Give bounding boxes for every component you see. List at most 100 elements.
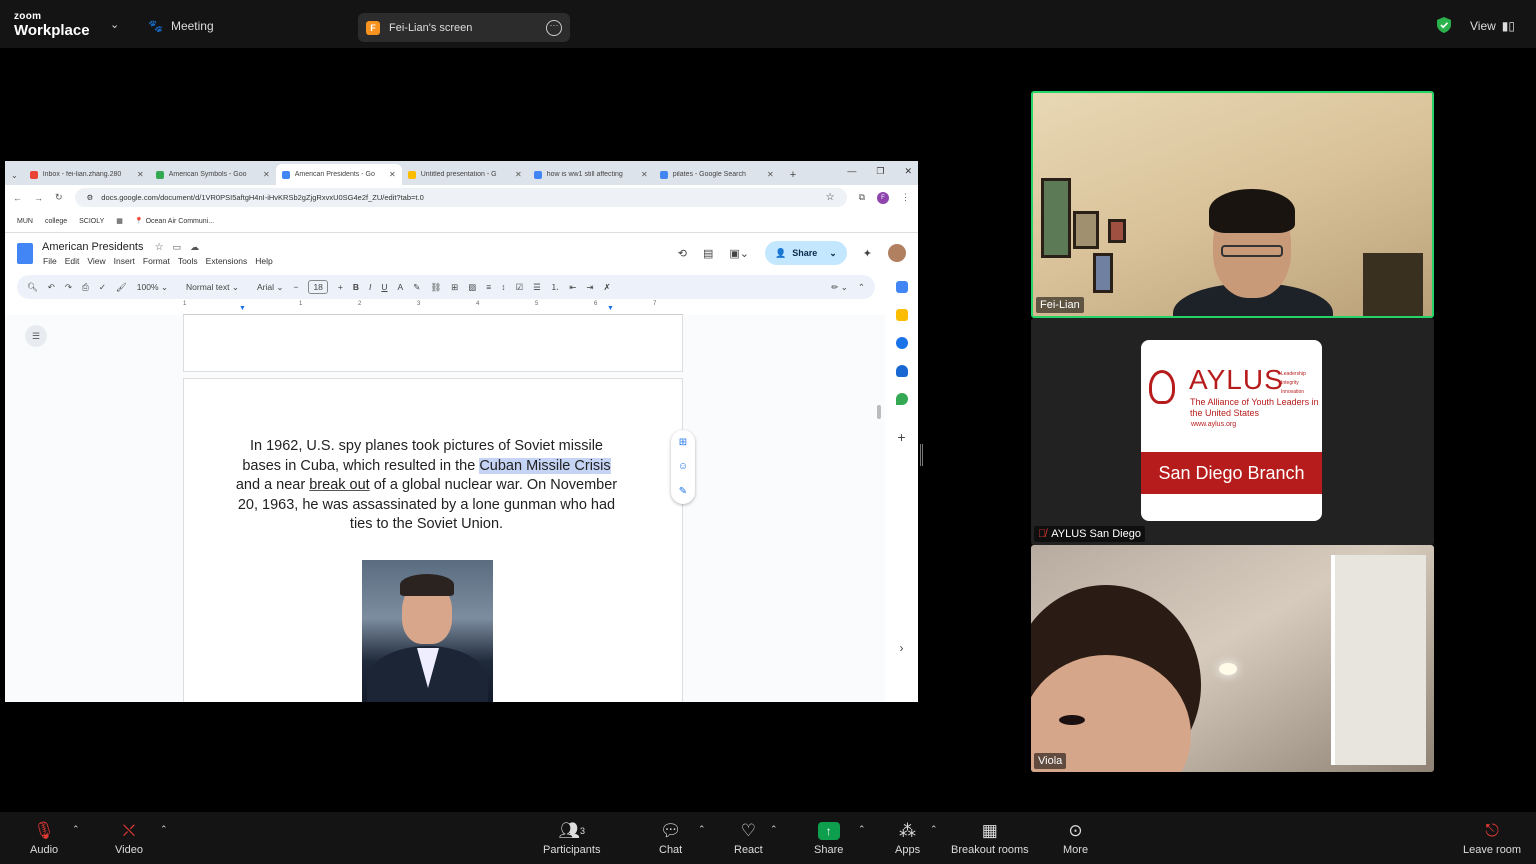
get-add-ons-icon[interactable]: + [897,429,905,445]
doc-title[interactable]: American Presidents [42,241,144,253]
document-page[interactable] [183,315,683,372]
bookmark-star-icon[interactable]: ☆ [826,192,835,203]
decrease-font-size-icon[interactable]: − [293,282,298,292]
close-tab-icon[interactable]: ✕ [515,170,522,179]
google-docs-icon[interactable] [17,243,33,264]
meet-icon[interactable]: ▣⌄ [729,247,749,260]
apps-options-icon[interactable]: ⌃ [930,824,938,835]
account-avatar[interactable] [888,244,906,262]
back-icon[interactable]: ← [13,193,22,203]
move-folder-icon[interactable]: ▭ [173,242,182,252]
link-icon[interactable]: ⛓ [430,282,441,293]
react-button[interactable]: ♡ React [734,818,763,856]
menu-item-help[interactable]: Help [255,256,272,266]
bookmark-mun[interactable]: MUN [17,218,33,225]
video-tile-aylus-san-diego[interactable]: AYLUS Leadership Integrity Innovation Th… [1031,318,1434,545]
image-icon[interactable]: ▨ [468,282,476,293]
apps-button[interactable]: ⁂ Apps [895,818,920,856]
shield-icon[interactable] [1437,17,1451,33]
video-tile-viola[interactable]: Viola [1031,545,1434,772]
restore-icon[interactable]: ❐ [876,166,884,177]
increase-indent-icon[interactable]: ⇥ [586,282,593,293]
tab-search-icon[interactable]: ⌄ [9,171,24,185]
print-icon[interactable]: ⎙ [82,282,89,293]
menu-item-insert[interactable]: Insert [114,256,135,266]
numbered-list-icon[interactable]: ⒈ [551,281,560,293]
checklist-icon[interactable]: ☑ [516,282,524,293]
browser-tab[interactable]: American Symbols - Goo ✕ [150,164,276,185]
style-select[interactable]: Normal text ⌄ [186,282,239,293]
add-comment-icon[interactable]: ⊞ [451,282,458,293]
zoom-select[interactable]: 100% ⌄ [137,282,168,293]
align-icon[interactable]: ≡ [486,282,491,292]
underline-icon[interactable]: U [381,282,387,292]
breakout-rooms-button[interactable]: ▦ Breakout rooms [951,818,1029,856]
clear-formatting-icon[interactable]: ✗ [604,282,611,293]
audio-button[interactable]: 🎙︎ Audio [30,818,58,856]
comments-icon[interactable]: ▤ [703,247,713,260]
close-tab-icon[interactable]: ✕ [641,170,648,179]
text-color-icon[interactable]: A [398,282,404,292]
menu-item-tools[interactable]: Tools [178,256,198,266]
browser-tab[interactable]: Untitled presentation - G ✕ [402,164,528,185]
spellcheck-flagged-text[interactable]: break out [309,477,369,493]
minimize-icon[interactable]: — [847,166,856,177]
more-button[interactable]: ⊙ More [1063,818,1088,856]
suggest-edits-icon[interactable]: ✎ [679,486,687,497]
apps-grid-icon[interactable]: ▦ [116,217,123,225]
contacts-icon[interactable] [895,365,908,377]
maps-icon[interactable] [895,393,908,405]
browser-tab[interactable]: how is ww1 still affecting ✕ [528,164,654,185]
share-options-icon[interactable]: ⌃ [858,824,866,835]
document-page[interactable]: In 1962, U.S. spy planes took pictures o… [183,378,683,702]
more-options-icon[interactable]: ··· [546,19,562,36]
menu-item-edit[interactable]: Edit [65,256,80,266]
zoom-logo[interactable]: zoom Workplace [14,12,90,39]
collapse-toolbar-icon[interactable]: ⌃ [858,282,865,293]
star-icon[interactable]: ☆ [155,242,164,253]
browser-tab[interactable]: pilates - Google Search ✕ [654,164,780,185]
calendar-icon[interactable] [895,281,908,293]
new-tab-icon[interactable]: + [780,169,806,185]
decrease-indent-icon[interactable]: ⇤ [569,282,576,293]
editing-mode-icon[interactable]: ✏ ⌄ [831,282,848,293]
redo-icon[interactable]: ↷ [65,282,72,293]
add-comment-icon[interactable]: ⊞ [679,437,687,448]
line-spacing-icon[interactable]: ↕ [501,282,505,292]
spellcheck-icon[interactable]: ✓ [99,282,106,293]
chevron-down-icon[interactable]: ⌄ [110,18,119,31]
bookmark-ocean-air[interactable]: 📍 Ocean Air Communi... [135,217,214,225]
forward-icon[interactable]: → [34,193,43,203]
video-tile-fei-lian[interactable]: Fei-Lian [1031,91,1434,318]
menu-item-extensions[interactable]: Extensions [206,256,248,266]
increase-font-size-icon[interactable]: + [338,282,343,292]
split-view-handle[interactable] [920,444,923,466]
left-indent-marker[interactable]: ▼ [239,305,246,312]
right-indent-marker[interactable]: ▼ [607,305,614,312]
profile-avatar[interactable]: F [877,191,889,204]
font-size-input[interactable]: 18 [308,280,328,294]
browser-tab[interactable]: Inbox - fei-lian.zhang.280 ✕ [24,164,150,185]
site-info-icon[interactable]: ⚙ [87,193,94,202]
close-window-icon[interactable]: ✕ [904,166,912,177]
paint-format-icon[interactable]: 🖌︎ [116,282,127,293]
bold-icon[interactable]: B [353,282,359,292]
participants-button[interactable]: 👥︎ 3 Participants [543,818,600,856]
react-options-icon[interactable]: ⌃ [770,824,778,835]
close-tab-icon[interactable]: ✕ [263,170,270,179]
outline-icon[interactable]: ☰ [25,325,47,347]
leave-room-button[interactable]: ⎋ Leave room [1463,818,1521,856]
search-icon[interactable]: 🔍︎ [27,282,38,293]
share-dropdown-icon[interactable]: ⌄ [829,248,837,259]
reload-icon[interactable]: ↻ [55,192,63,203]
menu-item-format[interactable]: Format [143,256,170,266]
browser-tab[interactable]: American Presidents - Go ✕ [275,164,402,185]
doc-paragraph[interactable]: In 1962, U.S. spy planes took pictures o… [234,437,619,535]
tasks-icon[interactable] [895,337,908,349]
chat-options-icon[interactable]: ⌃ [698,824,706,835]
menu-item-view[interactable]: View [87,256,105,266]
version-history-icon[interactable]: ⟲ [678,247,687,260]
close-tab-icon[interactable]: ✕ [389,170,396,179]
menu-item-file[interactable]: File [43,256,57,266]
meeting-menu[interactable]: 🐾 Meeting [148,19,214,33]
